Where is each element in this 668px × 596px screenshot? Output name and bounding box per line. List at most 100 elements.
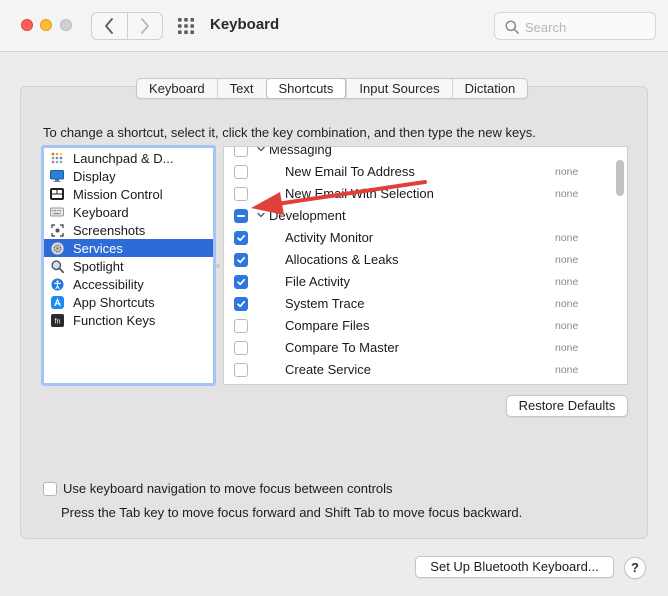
search-icon — [505, 20, 519, 34]
instruction-text: To change a shortcut, select it, click t… — [43, 125, 536, 140]
category-label: Function Keys — [73, 312, 156, 328]
checkmark-icon — [237, 278, 246, 286]
shortcut-key[interactable]: none — [555, 276, 578, 288]
help-button[interactable]: ? — [624, 557, 646, 579]
shortcut-row[interactable]: Allocations & Leaks none — [224, 249, 614, 271]
shortcut-key[interactable]: none — [555, 364, 578, 376]
keyboard-navigation-label[interactable]: Use keyboard navigation to move focus be… — [63, 481, 393, 496]
row-checkbox[interactable] — [234, 341, 248, 355]
category-app-shortcuts[interactable]: App Shortcuts — [44, 293, 213, 311]
table-scrollbar[interactable] — [616, 160, 624, 196]
zoom-window-button[interactable] — [60, 19, 72, 31]
row-checkbox[interactable] — [234, 187, 248, 201]
window-title: Keyboard — [210, 16, 280, 33]
shortcut-key[interactable]: none — [555, 166, 578, 178]
search-field[interactable] — [494, 12, 656, 40]
category-spotlight[interactable]: Spotlight — [44, 257, 213, 275]
row-checkbox[interactable] — [234, 231, 248, 245]
keyboard-icon — [50, 206, 64, 219]
row-checkbox[interactable] — [234, 275, 248, 289]
row-checkbox[interactable] — [234, 363, 248, 377]
bluetooth-keyboard-button[interactable]: Set Up Bluetooth Keyboard... — [415, 556, 614, 578]
category-accessibility[interactable]: Accessibility — [44, 275, 213, 293]
minimize-window-button[interactable] — [40, 19, 52, 31]
row-checkbox[interactable] — [234, 253, 248, 267]
shortcut-key[interactable]: none — [555, 320, 578, 332]
category-mission-control[interactable]: Mission Control — [44, 185, 213, 203]
display-icon — [50, 170, 64, 183]
category-label: App Shortcuts — [73, 294, 155, 310]
category-label: Services — [73, 240, 123, 256]
gear-icon — [50, 241, 64, 255]
shortcut-row[interactable]: New Email To Address none — [224, 161, 614, 183]
shortcut-key[interactable]: none — [555, 254, 578, 266]
row-checkbox[interactable] — [234, 297, 248, 311]
shortcut-group-row[interactable]: Messaging — [224, 146, 614, 161]
shortcut-label: New Email To Address — [285, 164, 415, 179]
tab-text[interactable]: Text — [216, 79, 266, 98]
category-screenshots[interactable]: Screenshots — [44, 221, 213, 239]
magnifier-icon — [50, 259, 64, 273]
close-window-button[interactable] — [21, 19, 33, 31]
restore-defaults-button[interactable]: Restore Defaults — [506, 395, 628, 417]
category-launchpad[interactable]: Launchpad & D... — [44, 149, 213, 167]
search-input[interactable] — [525, 17, 649, 37]
category-keyboard[interactable]: Keyboard — [44, 203, 213, 221]
row-checkbox[interactable] — [234, 147, 248, 157]
checkmark-icon — [237, 234, 246, 242]
tab-bar: Keyboard Text Shortcuts Input Sources Di… — [136, 78, 529, 99]
shortcut-label: Activity Monitor — [285, 230, 374, 245]
category-display[interactable]: Display — [44, 167, 213, 185]
accessibility-icon — [50, 278, 64, 291]
chevron-down-icon[interactable] — [256, 146, 266, 154]
show-all-button[interactable] — [171, 12, 201, 40]
category-label: Display — [73, 168, 116, 184]
category-label: Spotlight — [73, 258, 124, 274]
shortcut-key[interactable]: none — [555, 188, 578, 200]
group-label: Development — [269, 208, 346, 223]
shortcut-label: Compare Files — [285, 318, 370, 333]
row-checkbox[interactable] — [234, 165, 248, 179]
shortcut-key[interactable]: none — [555, 342, 578, 354]
category-label: Keyboard — [73, 204, 129, 220]
shortcut-row[interactable]: Activity Monitor none — [224, 227, 614, 249]
keyboard-navigation-hint: Press the Tab key to move focus forward … — [61, 505, 523, 520]
chevron-down-icon[interactable] — [256, 210, 266, 220]
shortcut-key[interactable]: none — [555, 298, 578, 310]
shortcut-row[interactable]: Compare Files none — [224, 315, 614, 337]
row-checkbox[interactable] — [234, 209, 248, 223]
chevron-right-icon — [140, 18, 149, 34]
shortcut-row[interactable]: New Email With Selection none — [224, 183, 614, 205]
shortcut-label: File Activity — [285, 274, 351, 289]
tab-keyboard[interactable]: Keyboard — [137, 79, 217, 98]
shortcut-group-row[interactable]: Development — [224, 205, 614, 227]
checkmark-icon — [237, 300, 246, 308]
split-view-divider[interactable] — [216, 264, 220, 268]
row-checkbox[interactable] — [234, 319, 248, 333]
shortcut-key[interactable]: none — [555, 232, 578, 244]
shortcut-table: Messaging New Email To Address none New … — [223, 146, 628, 385]
fn-key-icon: fn — [50, 313, 64, 327]
forward-button[interactable] — [126, 13, 163, 39]
shortcut-row[interactable]: Create Service none — [224, 359, 614, 381]
shortcut-label: Compare To Master — [285, 340, 399, 355]
shortcut-row[interactable]: System Trace none — [224, 293, 614, 315]
grid-icon — [178, 18, 194, 34]
dash-icon — [237, 215, 245, 217]
category-services[interactable]: Services — [44, 239, 213, 257]
shortcut-category-list: Launchpad & D... Display Mission Control… — [41, 145, 216, 386]
tab-input-sources[interactable]: Input Sources — [346, 79, 451, 98]
checkmark-icon — [237, 256, 246, 264]
category-function-keys[interactable]: fn Function Keys — [44, 311, 213, 329]
shortcut-label: Allocations & Leaks — [285, 252, 399, 267]
keyboard-navigation-checkbox[interactable] — [43, 482, 57, 496]
back-button[interactable] — [92, 13, 127, 39]
category-label: Mission Control — [73, 186, 163, 202]
shortcut-row[interactable]: Compare To Master none — [224, 337, 614, 359]
shortcut-row[interactable]: File Activity none — [224, 271, 614, 293]
tab-dictation[interactable]: Dictation — [451, 79, 528, 98]
category-label: Launchpad & D... — [73, 150, 174, 166]
tab-shortcuts[interactable]: Shortcuts — [265, 78, 347, 99]
svg-text:fn: fn — [54, 318, 60, 325]
launchpad-icon — [50, 152, 64, 165]
